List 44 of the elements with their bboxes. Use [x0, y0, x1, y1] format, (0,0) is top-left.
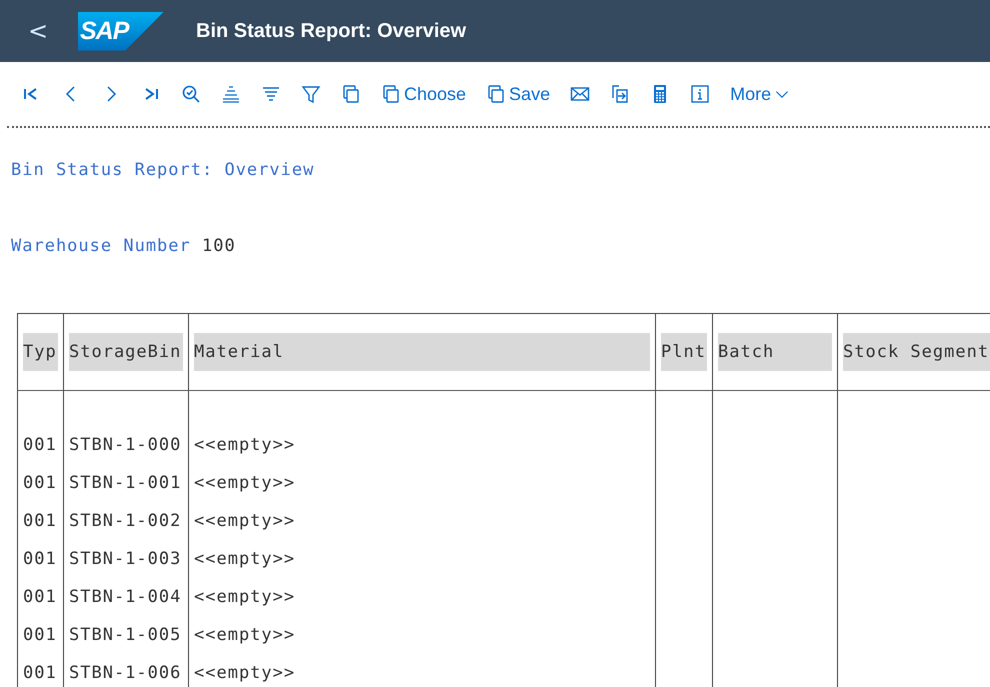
column-header: Stock Segment: [843, 333, 990, 371]
table-cell: STBN-1-005: [69, 625, 182, 645]
table-cell: STBN-1-004: [69, 587, 182, 607]
column-header: Material: [194, 333, 650, 371]
export-icon: [610, 84, 630, 104]
table-cell: STBN-1-001: [69, 473, 182, 493]
filter-icon: [301, 84, 321, 104]
sort-ascending-icon: [221, 84, 241, 104]
sap-logo: SAP: [78, 12, 164, 50]
table-cell: STBN-1-000: [69, 435, 182, 455]
copy-icon: [486, 84, 506, 104]
table-cell: <<empty>>: [194, 625, 296, 645]
table-cell: <<empty>>: [194, 473, 296, 493]
info-icon: [690, 84, 710, 104]
column-header: Typ: [23, 333, 58, 371]
table-cell: STBN-1-002: [69, 511, 182, 531]
table-cell: <<empty>>: [194, 549, 296, 569]
column-header: Plnt: [661, 333, 707, 371]
table-cell: 001: [23, 587, 57, 607]
table-cell: <<empty>>: [194, 435, 296, 455]
column-header: StorageBin: [69, 333, 183, 371]
table-cell: 001: [23, 473, 57, 493]
field-value: 100: [202, 236, 236, 256]
toolbar-button[interactable]: Choose: [376, 77, 472, 111]
table-cell: STBN-1-003: [69, 549, 182, 569]
table-cell: 001: [23, 549, 57, 569]
table-cell: <<empty>>: [194, 663, 296, 683]
back-button[interactable]: <: [24, 17, 52, 45]
table-cell: 001: [23, 625, 57, 645]
table-cell: 001: [23, 511, 57, 531]
table-cell: <<empty>>: [194, 511, 296, 531]
copy-icon: [381, 84, 401, 104]
table-cell: <<empty>>: [194, 587, 296, 607]
table-cell: 001: [23, 663, 57, 683]
column-header: Batch: [718, 333, 832, 371]
toolbar-button[interactable]: Save: [481, 77, 556, 111]
table-cell: 001: [23, 435, 57, 455]
copy-icon: [341, 84, 361, 104]
more-button[interactable]: More: [725, 77, 796, 111]
zoom-check-icon: [181, 84, 201, 104]
window-title: Bin Status Report: Overview: [196, 20, 466, 42]
report-heading: Bin Status Report: Overview: [11, 160, 316, 182]
field-label: Warehouse Number: [11, 236, 191, 256]
table-cell: STBN-1-006: [69, 663, 182, 683]
